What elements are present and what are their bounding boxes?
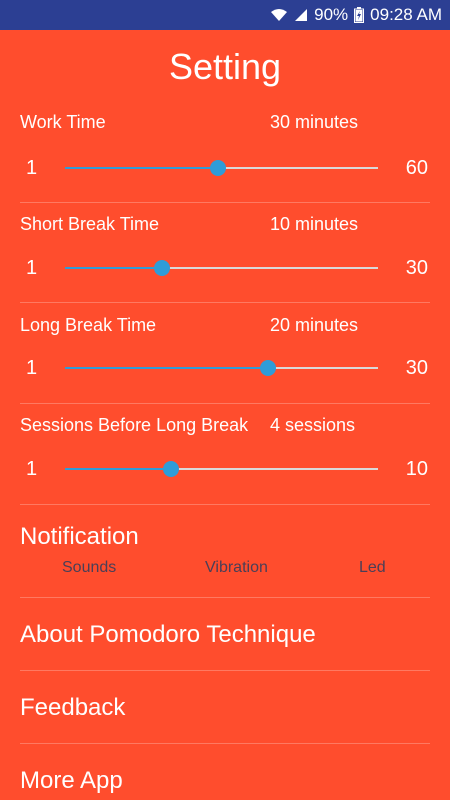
setting-sessions: Sessions Before Long Break 4 sessions 1 … bbox=[0, 333, 450, 480]
notification-title: Notification bbox=[20, 523, 139, 550]
notification-led-option[interactable]: Led bbox=[359, 559, 386, 577]
sessions-slider[interactable] bbox=[65, 461, 378, 477]
settings-page: Setting Work Time 30 minutes 1 60 Short … bbox=[0, 30, 450, 800]
slider-min: 1 bbox=[26, 458, 38, 480]
setting-value: 30 minutes bbox=[270, 112, 359, 132]
setting-value: 4 sessions bbox=[270, 415, 356, 435]
slider-max: 10 bbox=[405, 458, 428, 480]
battery-icon bbox=[354, 7, 365, 23]
slider-fill bbox=[65, 468, 172, 470]
notification-vibration-option[interactable]: Vibration bbox=[205, 559, 268, 577]
status-bar: 90% 09:28 AM bbox=[0, 0, 450, 30]
feedback-item[interactable]: Feedback bbox=[20, 694, 125, 722]
divider bbox=[20, 743, 430, 744]
battery-percent: 90% bbox=[314, 5, 349, 24]
about-pomodoro-item[interactable]: About Pomodoro Technique bbox=[20, 621, 316, 649]
divider bbox=[20, 670, 430, 671]
setting-label: Short Break Time bbox=[20, 214, 160, 234]
setting-long-break: Long Break Time 20 minutes 1 30 bbox=[0, 233, 450, 379]
slider-thumb[interactable] bbox=[163, 461, 180, 477]
setting-label: Sessions Before Long Break bbox=[20, 415, 249, 435]
notification-sounds-option[interactable]: Sounds bbox=[62, 559, 116, 577]
signal-icon bbox=[294, 8, 308, 22]
status-icons: 90% 09:28 AM bbox=[270, 0, 442, 30]
divider bbox=[20, 504, 430, 505]
status-time: 09:28 AM bbox=[370, 5, 442, 24]
setting-label: Work Time bbox=[20, 112, 106, 132]
setting-short-break: Short Break Time 10 minutes 1 30 bbox=[0, 132, 450, 279]
more-app-item[interactable]: More App bbox=[20, 767, 123, 795]
divider bbox=[20, 597, 430, 598]
setting-value: 10 minutes bbox=[270, 214, 359, 234]
wifi-icon bbox=[270, 8, 288, 22]
setting-work-time: Work Time 30 minutes 1 60 bbox=[0, 30, 450, 179]
